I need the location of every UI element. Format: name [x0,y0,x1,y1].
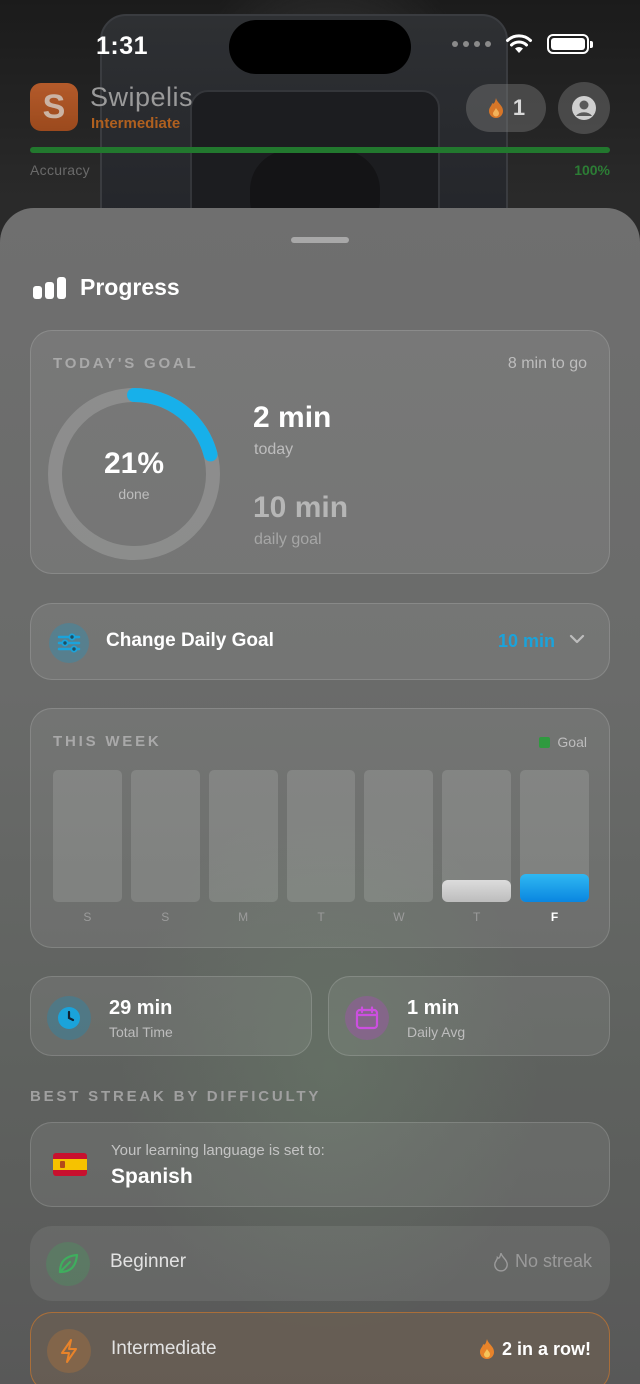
battery-icon [547,34,593,54]
this-week-caption: THIS WEEK [53,733,162,750]
clock-icon [47,996,91,1040]
todays-goal-card: TODAY'S GOAL 8 min to go 21% done 2 min … [30,330,610,574]
total-time-card: 29 min Total Time [30,976,312,1056]
goal-legend: Goal [539,734,587,750]
change-daily-goal-label: Change Daily Goal [106,630,274,651]
daily-goal-label: daily goal [254,531,322,548]
goal-legend-swatch [539,736,551,748]
week-day-labels: SSMTWTF [53,910,589,924]
daily-avg-label: Daily Avg [407,1024,466,1040]
language-prompt: Your learning language is set to: [111,1142,325,1159]
week-day-label-2: M [238,910,249,924]
flame-outline-icon [494,1252,508,1272]
week-day-label-6: F [550,910,559,924]
week-bar-fill-6 [520,874,590,902]
wifi-icon [506,34,532,53]
change-daily-goal-row[interactable]: Change Daily Goal 10 min [30,603,610,680]
daily-avg-card: 1 min Daily Avg [328,976,610,1056]
chevron-down-icon [569,634,585,644]
signal-icon [452,41,491,47]
bar-chart-icon [33,276,66,299]
accuracy-label: Accuracy [30,162,90,178]
intermediate-streak-text: 2 in a row! [501,1338,591,1359]
spain-flag-icon [53,1153,87,1176]
week-bar-0 [53,770,122,902]
week-bar-fill-5 [442,880,512,902]
week-bar-5 [442,770,512,902]
goal-percent: 21% [103,447,165,480]
app-level: Intermediate [91,115,181,132]
todays-goal-caption: TODAY'S GOAL [53,355,199,372]
language-name: Spanish [111,1165,193,1188]
time-to-go: 8 min to go [507,355,587,372]
learning-language-card[interactable]: Your learning language is set to: Spanis… [30,1122,610,1207]
week-bars [53,770,590,902]
streak-count: 1 [512,95,526,120]
sheet-header: Progress [32,274,180,301]
goal-legend-label: Goal [557,734,587,750]
sheet-title: Progress [80,274,180,300]
progress-sheet: Progress TODAY'S GOAL 8 min to go 21% do… [0,208,640,1384]
total-time-label: Total Time [109,1024,173,1040]
flame-icon [488,98,503,118]
streak-button[interactable]: 1 [466,84,546,132]
profile-button[interactable] [558,82,610,134]
flame-icon [479,1339,494,1359]
status-time: 1:31 [96,32,149,60]
beginner-label: Beginner [110,1251,187,1272]
beginner-streak-text: No streak [514,1251,592,1271]
total-time-value: 29 min [109,997,173,1019]
week-day-label-4: W [393,910,405,924]
dynamic-island [229,20,411,74]
status-icons [452,34,593,54]
leaf-icon [46,1242,90,1286]
daily-goal-minutes: 10 min [253,491,349,524]
week-day-label-5: T [473,910,481,924]
sheet-grabber[interactable] [291,237,349,243]
goal-done-label: done [118,486,150,502]
calendar-icon [345,996,389,1040]
today-minutes: 2 min [253,401,332,434]
week-day-label-1: S [161,910,170,924]
week-day-label-3: T [317,910,325,924]
this-week-card: THIS WEEK Goal S S M T W T F [30,708,610,948]
best-streak-caption: BEST STREAK BY DIFFICULTY [30,1088,322,1105]
today-label: today [254,441,294,458]
week-bar-4 [364,770,434,902]
week-bar-1 [130,770,200,902]
daily-goal-selected-value: 10 min [497,631,555,651]
difficulty-row-intermediate[interactable]: Intermediate 2 in a row! [30,1312,610,1384]
week-day-label-0: S [83,910,92,924]
week-bar-2 [208,770,278,902]
app-logo: S [30,83,78,131]
sliders-icon [49,623,89,663]
week-bar-3 [286,770,356,902]
app-name: Swipelis [90,82,194,112]
difficulty-row-beginner[interactable]: Beginner No streak [30,1226,610,1301]
accuracy-bar [30,147,610,153]
intermediate-streak-status: 2 in a row! [478,1338,591,1360]
week-bar-6 [520,770,590,902]
bolt-icon [47,1329,91,1373]
intermediate-label: Intermediate [111,1338,217,1359]
person-icon [572,96,596,120]
daily-avg-value: 1 min [407,997,460,1019]
beginner-streak-status: No streak [493,1251,592,1272]
accuracy-value: 100% [574,162,610,178]
